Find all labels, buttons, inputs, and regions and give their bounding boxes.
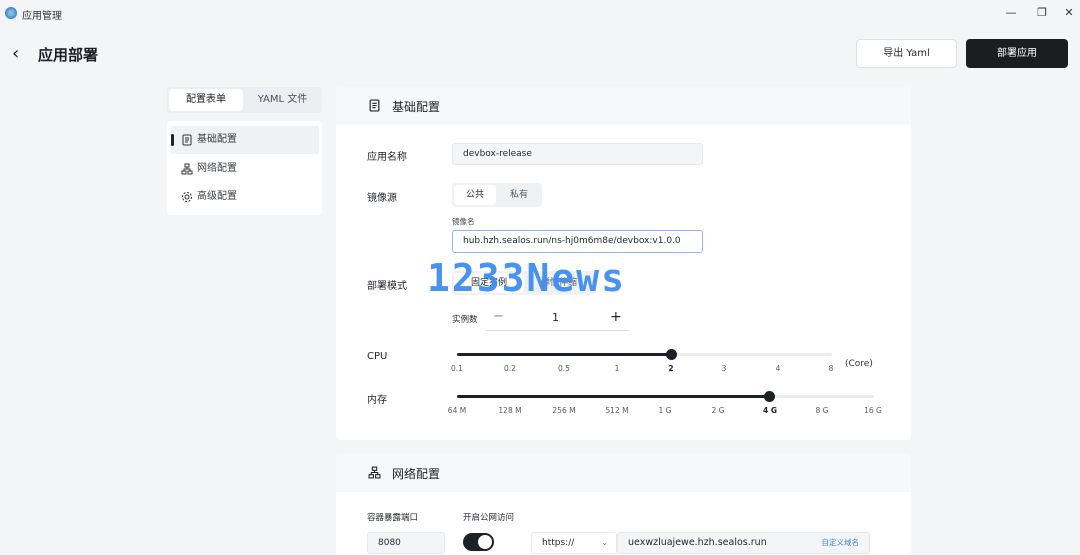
cpu-tick: 2 xyxy=(668,364,674,373)
memory-slider-thumb[interactable] xyxy=(764,391,775,402)
cpu-tick: 0.5 xyxy=(558,364,570,373)
public-access-label: 开启公网访问 xyxy=(463,513,515,523)
protocol-value: https:// xyxy=(542,538,575,548)
nav-item-label: 基础配置 xyxy=(197,134,237,145)
mode-tabs: 配置表单 YAML 文件 xyxy=(167,87,322,113)
gear-icon xyxy=(182,192,192,202)
app-name-label: 应用名称 xyxy=(367,152,407,163)
tab-yaml[interactable]: YAML 文件 xyxy=(247,89,318,111)
public-access-toggle[interactable] xyxy=(463,533,494,551)
cpu-slider-thumb[interactable] xyxy=(666,349,677,360)
memory-tick: 4 G xyxy=(763,406,777,415)
window-titlebar: 应用管理 — ❐ ✕ xyxy=(0,0,1080,26)
image-source-public[interactable]: 公共 xyxy=(454,185,496,205)
nav-item-advanced[interactable]: 高级配置 xyxy=(171,183,319,211)
instances-label: 实例数 xyxy=(452,315,478,325)
close-button[interactable]: ✕ xyxy=(1061,5,1077,21)
port-label: 容器暴露端口 xyxy=(367,513,419,523)
domain-value: uexwzluajewe.hzh.sealos.run xyxy=(628,537,767,548)
stepper-underline xyxy=(486,330,629,331)
memory-tick: 64 M xyxy=(447,406,467,415)
memory-tick: 16 G xyxy=(864,406,882,415)
memory-tick: 256 M xyxy=(552,406,576,415)
increment-button[interactable]: + xyxy=(610,309,622,325)
toggle-knob xyxy=(478,535,492,549)
memory-tick: 2 G xyxy=(711,406,725,415)
deploy-button[interactable]: 部署应用 xyxy=(966,39,1068,68)
cpu-slider-fill xyxy=(457,353,671,356)
network-icon xyxy=(181,163,193,175)
app-name-input[interactable]: devbox-release xyxy=(452,143,703,165)
custom-domain-link[interactable]: 自定义域名 xyxy=(822,533,860,553)
page-title: 应用部署 xyxy=(38,46,99,64)
instances-value[interactable]: 1 xyxy=(552,311,559,324)
chevron-down-icon: ⌄ xyxy=(601,538,608,547)
cpu-label: CPU xyxy=(367,351,388,362)
minimize-button[interactable]: — xyxy=(1003,5,1019,21)
deploy-mode-label: 部署模式 xyxy=(367,281,407,292)
export-yaml-button[interactable]: 导出 Yaml xyxy=(856,39,957,68)
watermark-logo: 1233News xyxy=(427,256,627,300)
nav-item-label: 高级配置 xyxy=(197,191,237,202)
nav-item-label: 网络配置 xyxy=(197,163,237,174)
image-source-label: 镜像源 xyxy=(367,193,397,204)
card-title: 网络配置 xyxy=(392,467,441,481)
port-input[interactable]: 8080 xyxy=(367,532,445,554)
document-icon xyxy=(182,134,192,146)
image-name-input[interactable]: hub.hzh.sealos.run/ns-hj0m6m8e/devbox:v1… xyxy=(452,230,703,253)
cpu-tick: 0.1 xyxy=(451,364,463,373)
memory-slider-fill xyxy=(457,395,770,398)
image-name-label: 镜像名 xyxy=(452,217,475,226)
back-icon[interactable]: ‹ xyxy=(12,43,19,64)
memory-tick: 128 M xyxy=(498,406,522,415)
image-source-private[interactable]: 私有 xyxy=(498,185,540,205)
network-config-card: 网络配置 容器暴露端口 开启公网访问 8080 https:// ⌄ uexwz… xyxy=(336,454,911,555)
cpu-tick: 4 xyxy=(775,364,781,373)
nav-item-network[interactable]: 网络配置 xyxy=(171,155,319,183)
image-source-toggle: 公共 私有 xyxy=(452,183,542,207)
memory-tick: 1 G xyxy=(658,406,672,415)
window-title: 应用管理 xyxy=(22,11,62,22)
protocol-select[interactable]: https:// ⌄ xyxy=(531,532,617,554)
cpu-tick: 1 xyxy=(614,364,620,373)
memory-tick: 512 M xyxy=(605,406,629,415)
nav-item-basic[interactable]: 基础配置 xyxy=(171,126,319,154)
card-header: 网络配置 xyxy=(336,454,911,492)
restore-button[interactable]: ❐ xyxy=(1034,5,1050,21)
active-indicator xyxy=(171,134,174,146)
card-header: 基础配置 xyxy=(336,87,911,125)
app-logo-icon xyxy=(5,7,17,19)
tab-form[interactable]: 配置表单 xyxy=(169,89,243,111)
memory-label: 内存 xyxy=(367,395,387,406)
decrement-button[interactable]: − xyxy=(493,309,504,324)
card-title: 基础配置 xyxy=(392,100,441,114)
cpu-tick: 3 xyxy=(721,364,727,373)
section-nav: 基础配置 网络配置 高级配置 xyxy=(167,121,322,215)
cpu-tick: 0.2 xyxy=(504,364,516,373)
network-icon xyxy=(368,466,381,479)
memory-tick: 8 G xyxy=(815,406,829,415)
domain-input[interactable]: uexwzluajewe.hzh.sealos.run 自定义域名 xyxy=(617,532,870,554)
document-icon xyxy=(369,99,380,112)
cpu-unit: (Core) xyxy=(845,359,873,369)
